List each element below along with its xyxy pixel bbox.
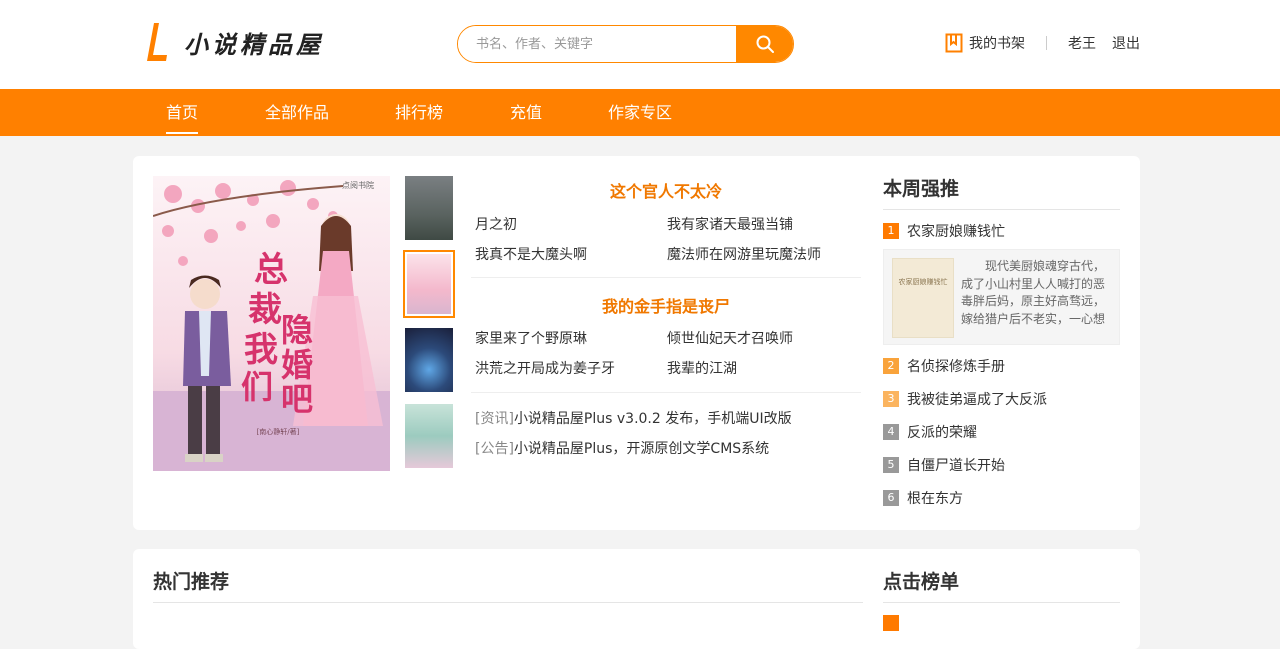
rank-top-detail[interactable]: 农家厨娘赚钱忙 现代美厨娘魂穿古代，成了小山村里人人喊打的恶毒胖后妈，原主好高骛… [883,249,1120,345]
search-icon [756,35,774,53]
rank-number: 5 [883,457,899,473]
svg-text:点阅书院: 点阅书院 [342,180,374,190]
list-divider [471,392,861,393]
rank-title: 农家厨娘赚钱忙 [907,224,1005,240]
news-item[interactable]: [公告]小说精品屋Plus，开源原创文学CMS系统 [471,434,792,464]
rank-item[interactable]: 6 根在东方 [883,490,1120,507]
svg-text:吧: 吧 [281,380,313,418]
nav-recharge[interactable]: 充值 [510,89,542,136]
thumb-green-figure[interactable] [405,404,453,468]
bookshelf-icon [945,33,963,53]
news-text: 小说精品屋Plus，开源原创文学CMS系统 [513,441,770,457]
news-text: 小说精品屋Plus v3.0.2 发布，手机端UI改版 [513,411,792,427]
rank-item[interactable]: 5 自僵尸道长开始 [883,457,1120,474]
svg-text:婚: 婚 [281,346,313,384]
group2-list: 家里来了个野原琳 倾世仙妃天才召唤师 洪荒之开局成为姜子牙 我辈的江湖 [471,324,859,384]
rank-title: 自僵尸道长开始 [907,458,1005,474]
thumbnail-strip [403,176,455,480]
header-divider [1046,36,1047,50]
svg-text:隐: 隐 [281,311,313,349]
news-item[interactable]: [资讯]小说精品屋Plus v3.0.2 发布，手机端UI改版 [471,404,792,434]
logo[interactable]: 小说精品屋 [146,22,324,63]
nav-all-works[interactable]: 全部作品 [265,89,329,136]
group1-list: 月之初 我有家诸天最强当铺 我真不是大魔头啊 魔法师在网游里玩魔法师 [471,210,859,270]
header: 小说精品屋 我的书架 老王 退出 [0,0,1280,89]
news-list: [资讯]小说精品屋Plus v3.0.2 发布，手机端UI改版 [公告]小说精品… [471,404,792,464]
svg-text:们: 们 [241,368,273,406]
featured-book-cover[interactable]: 总 裁 我 们 隐 婚 吧 点阅书院 [南心静轩/著] [153,176,390,471]
rank-title: 反派的荣耀 [907,425,977,441]
weekly-title: 本周强推 [883,156,1120,210]
rank-top-cover-title: 农家厨娘赚钱忙 [898,278,948,286]
group2-title[interactable]: 我的金手指是丧尸 [471,293,861,317]
list-item[interactable]: 洪荒之开局成为姜子牙 [475,354,667,384]
thumb-dark-sky[interactable] [405,176,453,240]
list-divider [471,277,861,278]
logout-link[interactable]: 退出 [1112,33,1140,53]
hot-panel: 热门推荐 点击榜单 [133,549,1140,649]
thumb-pink-cover[interactable] [403,250,455,318]
rank-top-cover: 农家厨娘赚钱忙 [892,258,954,338]
hot-title: 热门推荐 [153,549,863,603]
rank-number: 6 [883,490,899,506]
nav-author-zone[interactable]: 作家专区 [608,89,672,136]
svg-text:裁: 裁 [248,290,282,330]
weekly-recommend: 本周强推 1 农家厨娘赚钱忙 农家厨娘赚钱忙 现代美厨娘魂穿古代，成了小山村里人… [883,156,1120,507]
user-area: 我的书架 老王 退出 [945,33,1140,53]
list-item[interactable]: 我有家诸天最强当铺 [667,210,859,240]
logo-l-icon [146,22,168,63]
search-input[interactable] [458,26,736,62]
svg-text:我: 我 [244,330,278,370]
nav-rankings[interactable]: 排行榜 [395,89,443,136]
main-nav: 首页 全部作品 排行榜 充值 作家专区 [0,89,1280,136]
rank-number [883,615,899,631]
rank-top-desc: 现代美厨娘魂穿古代，成了小山村里人人喊打的恶毒胖后妈，原主好高骛远，嫁给猎户后不… [961,259,1106,330]
nav-home[interactable]: 首页 [166,89,199,136]
list-item[interactable]: 月之初 [475,210,667,240]
search-button[interactable] [736,26,793,62]
rank-item[interactable]: 1 农家厨娘赚钱忙 [883,223,1120,240]
logo-text: 小说精品屋 [184,31,324,59]
rank-item[interactable]: 4 反派的荣耀 [883,424,1120,441]
news-tag: [资讯] [475,411,514,427]
group1-title[interactable]: 这个官人不太冷 [471,178,861,202]
rank-item[interactable]: 3 我被徒弟逼成了大反派 [883,391,1120,408]
bookshelf-label: 我的书架 [969,36,1025,52]
list-item[interactable]: 我辈的江湖 [667,354,859,384]
list-item[interactable]: 我真不是大魔头啊 [475,240,667,270]
user-name-link[interactable]: 老王 [1068,33,1096,53]
news-tag: [公告] [475,441,514,457]
rank-number: 4 [883,424,899,440]
list-item[interactable]: 倾世仙妃天才召唤师 [667,324,859,354]
rank-item[interactable]: 2 名侦探修炼手册 [883,358,1120,375]
search-box [457,25,794,63]
rank-number: 1 [883,223,899,239]
thumb-blue-figure[interactable] [405,328,453,392]
rank-title: 根在东方 [907,491,963,507]
rank-number: 3 [883,391,899,407]
rank-title: 我被徒弟逼成了大反派 [907,392,1047,408]
featured-panel: 总 裁 我 们 隐 婚 吧 点阅书院 [南心静轩/著] 这个官人不太冷 月之初 … [133,156,1140,530]
rank-number: 2 [883,358,899,374]
list-item[interactable]: 家里来了个野原琳 [475,324,667,354]
bookshelf-link[interactable]: 我的书架 [945,33,1025,53]
rank-title: 名侦探修炼手册 [907,359,1005,375]
svg-text:[南心静轩/著]: [南心静轩/著] [257,427,300,436]
clicks-title: 点击榜单 [883,549,1120,603]
list-item[interactable]: 魔法师在网游里玩魔法师 [667,240,859,270]
svg-text:总: 总 [254,250,288,290]
